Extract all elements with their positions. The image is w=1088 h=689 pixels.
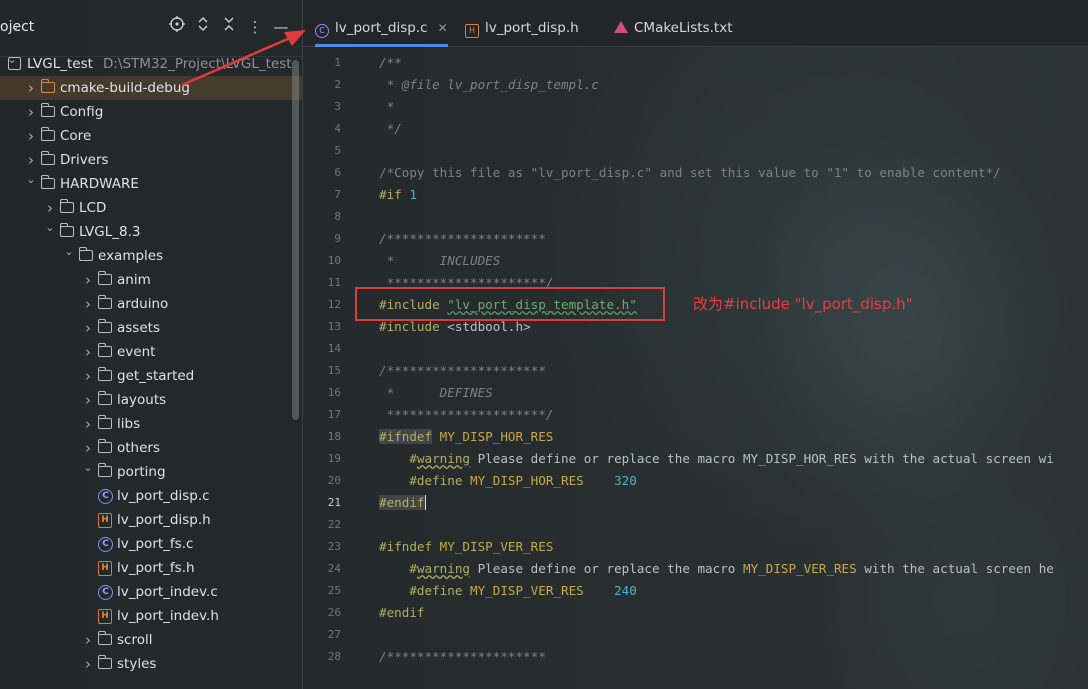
- annotation-arrow: [181, 30, 306, 87]
